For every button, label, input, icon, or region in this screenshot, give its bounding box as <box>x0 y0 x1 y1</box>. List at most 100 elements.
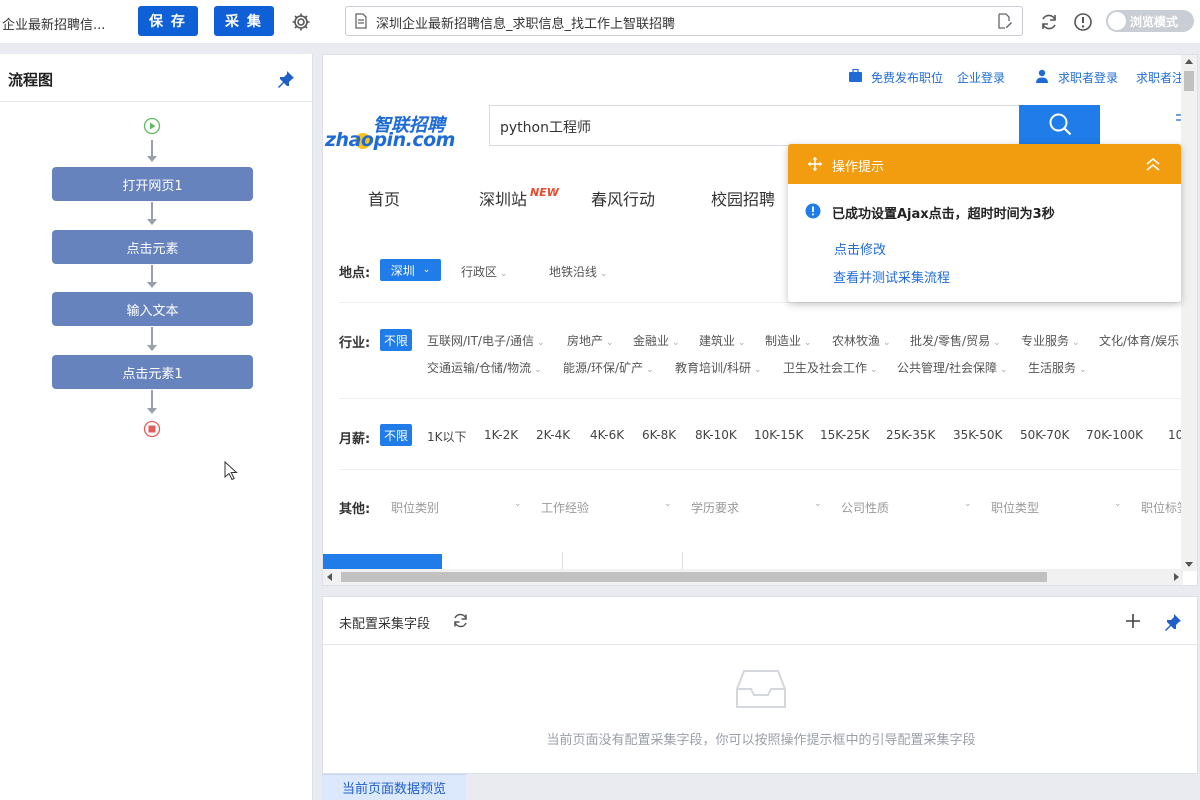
scroll-left-arrow[interactable] <box>327 573 332 581</box>
horizontal-scrollbar[interactable] <box>323 569 1183 585</box>
filter-option[interactable]: 金融业 ⌄ <box>633 332 680 349</box>
filter-option-label: 建筑业 <box>699 334 736 348</box>
hint-modify-link[interactable]: 点击修改 <box>834 239 886 258</box>
filter-option[interactable]: 6K-8K <box>642 428 676 442</box>
url-bar[interactable]: 深圳企业最新招聘信息_求职信息_找工作上智联招聘 <box>345 6 1023 36</box>
vertical-scrollbar[interactable] <box>1181 55 1197 571</box>
add-field-icon[interactable] <box>1125 613 1141 633</box>
company-login-link[interactable]: 企业登录 <box>957 69 1005 86</box>
data-preview-tab[interactable]: 当前页面数据预览 <box>322 774 466 800</box>
free-post-link[interactable]: 免费发布职位 <box>871 69 943 86</box>
filter-option[interactable]: 10K-15K <box>754 428 803 442</box>
filter-option[interactable]: 卫生及社会工作 ⌄ <box>783 359 878 376</box>
flow-connector <box>151 265 153 282</box>
zhaopin-logo[interactable]: 智联招聘 zhaopin.com <box>325 111 455 159</box>
filter-option[interactable]: 1K以下 <box>427 428 467 445</box>
metro-select[interactable]: 地铁沿线 ⌄ <box>549 263 608 280</box>
filter-option[interactable]: 公共管理/社会保障 ⌄ <box>897 359 1008 376</box>
scroll-right-arrow[interactable] <box>1174 573 1179 581</box>
embedded-browser[interactable]: 免费发布职位 企业登录 求职者登录 求职者注 智联招聘 zhaopin.com … <box>322 54 1198 586</box>
filter-option[interactable]: 生活服务 ⌄ <box>1028 359 1087 376</box>
nav-shenzhen[interactable]: 深圳站 NEW <box>479 186 559 210</box>
pin-icon[interactable] <box>277 70 295 92</box>
scroll-down-arrow[interactable] <box>1185 562 1193 567</box>
filter-option-label: 1K-2K <box>484 428 519 442</box>
chevron-down-icon: ⌄ <box>537 338 545 348</box>
empty-fields-message: 当前页面没有配置采集字段，你可以按照操作提示框中的引导配置采集字段 <box>546 733 976 748</box>
search-query: python工程师 <box>500 120 591 136</box>
job-search-input[interactable]: python工程师 <box>489 105 1020 146</box>
filter-option[interactable]: 房地产 ⌄ <box>567 332 614 349</box>
flow-connector <box>151 140 153 156</box>
district-select[interactable]: 行政区 ⌄ <box>461 263 508 280</box>
filter-option[interactable]: 交通运输/仓储/物流 ⌄ <box>427 359 542 376</box>
filter-option-label: 生活服务 <box>1028 361 1077 375</box>
info-circle-icon <box>805 203 821 223</box>
filter-option-label: 70K-100K <box>1086 428 1143 442</box>
other-filter-label: 职位类型 <box>991 501 1040 515</box>
collapse-icon[interactable] <box>1145 157 1161 175</box>
other-filter-select[interactable]: 职位类型 ⌄ <box>991 499 1122 516</box>
filter-option[interactable]: 4K-6K <box>590 428 624 442</box>
industry-all[interactable]: 不限 <box>380 329 412 351</box>
pin-icon[interactable] <box>1164 613 1182 635</box>
hint-header[interactable]: 操作提示 <box>788 144 1181 184</box>
url-text: 深圳企业最新招聘信息_求职信息_找工作上智联招聘 <box>376 17 676 32</box>
filter-option[interactable]: 能源/环保/矿产 ⌄ <box>563 359 654 376</box>
nav-spring[interactable]: 春风行动 <box>591 186 655 210</box>
start-icon <box>143 117 161 139</box>
seeker-register-link[interactable]: 求职者注 <box>1136 69 1184 86</box>
filter-option-label: 15K-25K <box>820 428 870 442</box>
filter-option[interactable]: 2K-4K <box>536 428 570 442</box>
seeker-login-link[interactable]: 求职者登录 <box>1058 69 1118 86</box>
refresh-fields-icon[interactable] <box>452 612 469 633</box>
city-select[interactable]: 深圳 ⌄ <box>380 259 441 281</box>
horizontal-scroll-thumb[interactable] <box>341 572 1047 582</box>
move-icon[interactable] <box>808 157 822 175</box>
task-title[interactable]: 企业最新招聘信... <box>2 14 105 33</box>
filter-option[interactable]: 35K-50K <box>953 428 1002 442</box>
search-button[interactable] <box>1019 105 1100 146</box>
filter-option[interactable]: 8K-10K <box>695 428 737 442</box>
filter-option[interactable]: 70K-100K <box>1086 428 1143 442</box>
other-filter-select[interactable]: 职位类别 ⌄ <box>391 499 522 516</box>
salary-all[interactable]: 不限 <box>380 424 412 446</box>
industry-label: 行业: <box>339 336 371 351</box>
other-filter-select[interactable]: 公司性质 ⌄ <box>841 499 972 516</box>
edit-url-icon[interactable] <box>997 13 1012 33</box>
filter-option[interactable]: 互联网/IT/电子/通信 ⌄ <box>427 332 545 349</box>
chevron-down-icon: ⌄ <box>600 269 608 279</box>
chevron-down-icon: ⌄ <box>1079 365 1087 375</box>
info-icon[interactable] <box>1072 11 1094 33</box>
vertical-scroll-thumb[interactable] <box>1184 71 1194 91</box>
flow-node-input-text[interactable]: 输入文本 <box>52 292 253 326</box>
browse-mode-toggle[interactable]: 浏览模式 <box>1106 10 1194 32</box>
filter-option[interactable]: 批发/零售/贸易 ⌄ <box>910 332 1001 349</box>
filter-option[interactable]: 50K-70K <box>1020 428 1069 442</box>
other-filter-select[interactable]: 学历要求 ⌄ <box>691 499 822 516</box>
collect-button[interactable]: 采 集 <box>214 6 274 36</box>
save-button[interactable]: 保 存 <box>138 6 198 36</box>
filter-option[interactable]: 建筑业 ⌄ <box>699 332 746 349</box>
filter-option[interactable]: 农林牧渔 ⌄ <box>832 332 891 349</box>
filter-option[interactable]: 25K-35K <box>886 428 935 442</box>
filter-option[interactable]: 1K-2K <box>484 428 518 442</box>
filter-option[interactable]: 文化/体育/娱乐⌄ <box>1099 332 1190 349</box>
flowchart-panel: 流程图 打开网页1 点击元素 输入文本 点击元素1 <box>0 54 313 800</box>
gear-icon[interactable] <box>290 11 312 33</box>
filter-option-label: 8K-10K <box>695 428 737 442</box>
flow-node-click-element-1[interactable]: 点击元素1 <box>52 355 253 389</box>
nav-campus[interactable]: 校园招聘 <box>711 186 775 210</box>
filter-option[interactable]: 制造业 ⌄ <box>765 332 812 349</box>
filter-option[interactable]: 教育培训/科研 ⌄ <box>675 359 762 376</box>
flow-node-click-element[interactable]: 点击元素 <box>52 230 253 264</box>
chevron-down-icon: ⌄ <box>1000 365 1008 375</box>
hint-test-flow-link[interactable]: 查看并测试采集流程 <box>833 267 950 286</box>
nav-home[interactable]: 首页 <box>368 186 400 210</box>
refresh-icon[interactable] <box>1038 11 1060 33</box>
flow-node-open-page[interactable]: 打开网页1 <box>52 167 253 201</box>
filter-option[interactable]: 15K-25K <box>820 428 869 442</box>
other-filter-select[interactable]: 工作经验 ⌄ <box>541 499 672 516</box>
filter-option[interactable]: 专业服务 ⌄ <box>1021 332 1080 349</box>
scroll-up-arrow[interactable] <box>1185 59 1193 64</box>
